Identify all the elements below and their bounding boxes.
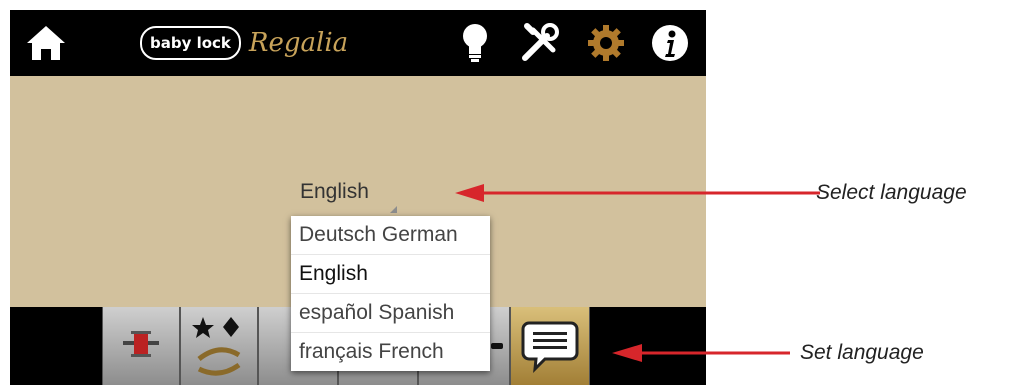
select-language-callout: Select language [816,181,967,204]
select-arrow-head [455,184,484,202]
set-arrow-head [612,344,642,362]
set-language-callout: Set language [800,341,924,364]
